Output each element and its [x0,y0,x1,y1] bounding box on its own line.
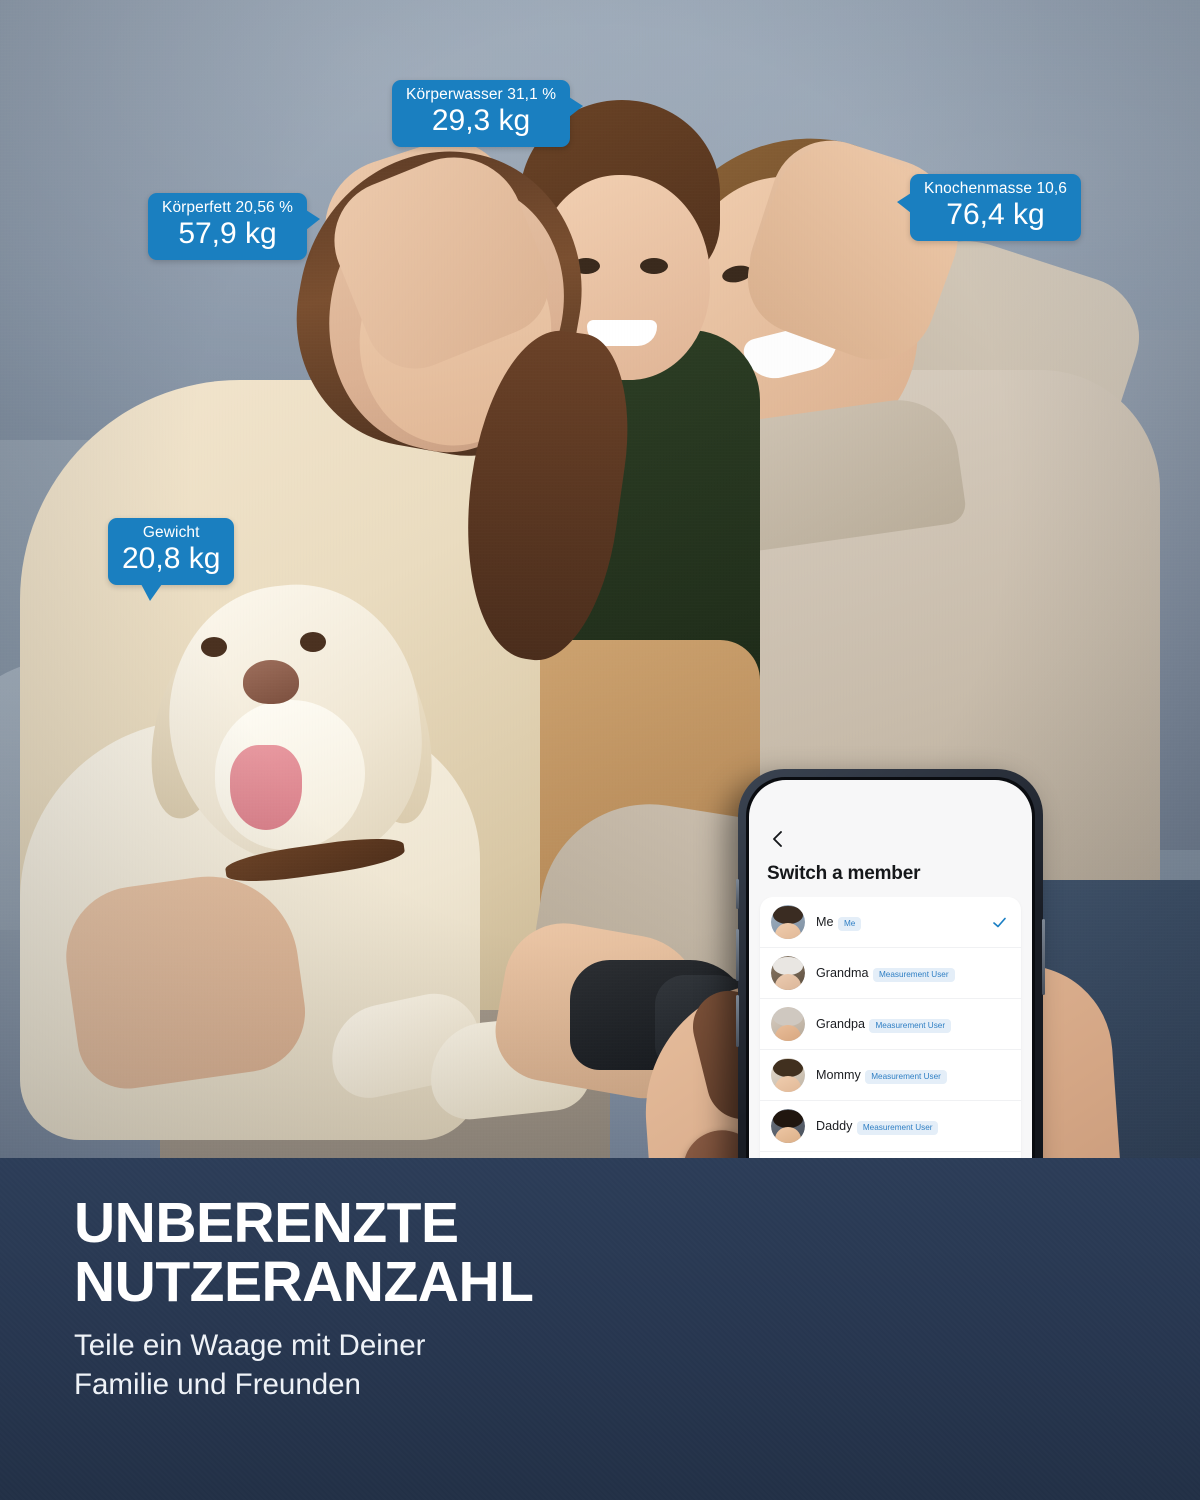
list-item-text: Grandpa Measurement User [816,1015,1010,1034]
callout-value: 20,8 kg [122,542,221,576]
check-icon [992,915,1007,935]
member-role-badge: Measurement User [872,967,955,983]
subtitle-line-2: Familie und Freunden [74,1367,361,1401]
callout-tail [306,210,321,230]
dog-eye-right [300,632,326,652]
avatar [771,1058,805,1092]
list-item[interactable]: Daddy Measurement User [760,1101,1021,1152]
member-name: Daddy [816,1118,853,1133]
list-item[interactable]: Me Me [760,897,1021,948]
list-item[interactable]: Mommy Measurement User [760,1050,1021,1101]
avatar [771,1109,805,1143]
callout-label: Körperwasser 31,1 % [406,86,557,103]
list-item-text: Daddy Measurement User [816,1117,1010,1136]
subtitle-line-1: Teile ein Waage mit Deiner [74,1328,426,1362]
avatar [771,905,805,939]
callout-label: Gewicht [142,524,200,541]
phone-power-button[interactable] [1042,919,1045,995]
callout-label: Körperfett 20,56 % [162,199,294,216]
headline-line-2: NUTZERANZAHL [74,1250,534,1315]
marketing-banner: UNBERENZTE NUTZERANZAHL Teile ein Waage … [0,1158,1200,1500]
app-navbar [749,780,1032,850]
callout-value: 29,3 kg [431,104,531,138]
promo-banner-image: Körperwasser 31,1 % 29,3 kg Körperfett 2… [0,0,1200,1500]
phone-mute-switch[interactable] [736,879,739,909]
list-item[interactable]: Grandma Measurement User [760,948,1021,999]
banner-content: UNBERENZTE NUTZERANZAHL Teile ein Waage … [0,1158,1200,1404]
callout-koerperwasser: Körperwasser 31,1 % 29,3 kg [392,80,584,147]
member-name: Me [816,914,834,929]
avatar [771,1007,805,1041]
boy-eye-right [640,258,668,274]
member-name: Mommy [816,1067,861,1082]
member-name: Grandma [816,965,869,980]
phone-volume-up-button[interactable] [736,929,739,981]
callout-tail [897,193,911,213]
page-title: Switch a member [767,863,921,884]
callout-tail [569,97,584,117]
dog-eye-left [201,637,227,657]
member-role-badge: Measurement User [869,1018,952,1034]
member-role-badge: Measurement User [865,1069,947,1085]
callout-gewicht: Gewicht 20,8 kg [108,518,235,601]
callout-value: 76,4 kg [946,198,1045,232]
headline-line-1: UNBERENZTE [74,1191,459,1255]
callout-koerperfett: Körperfett 20,56 % 57,9 kg [148,193,321,260]
dog-tongue [230,745,302,830]
list-item-text: Mommy Measurement User [816,1066,1010,1085]
callout-label: Knochenmasse 10,6 [924,180,1068,197]
chevron-left-icon[interactable] [767,828,1032,850]
member-role-badge: Measurement User [856,1120,939,1136]
phone-volume-down-button[interactable] [736,995,739,1047]
member-role-badge: Me [837,916,862,932]
callout-tail [141,583,163,601]
list-item-text: Grandma Measurement User [816,964,1010,983]
dog-nose [243,660,299,704]
list-item-text: Me Me [816,913,1010,932]
callout-value: 57,9 kg [178,217,277,251]
callout-knochenmasse: Knochenmasse 10,6 76,4 kg [897,174,1082,241]
list-item[interactable]: Grandpa Measurement User [760,999,1021,1050]
avatar [771,956,805,990]
member-name: Grandpa [816,1016,866,1031]
